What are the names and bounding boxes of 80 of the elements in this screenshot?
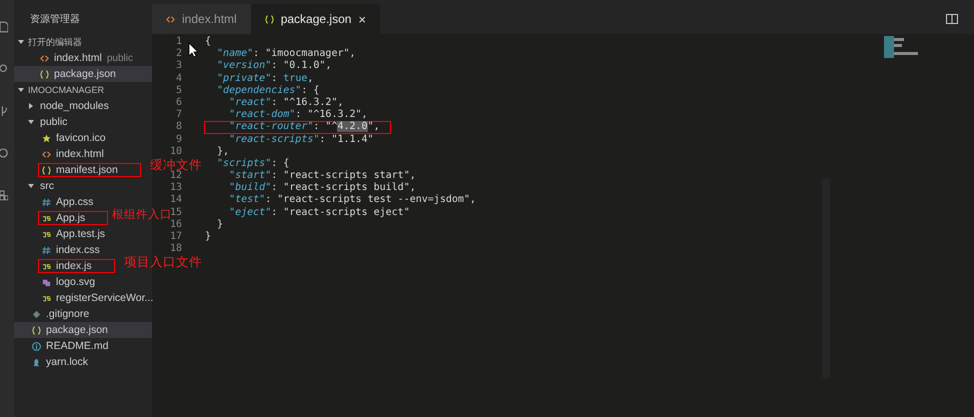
file-icon [42, 246, 51, 254]
code-line: "test": "react-scripts test --env=jsdom", [228, 194, 477, 207]
line-number: 9 [174, 134, 182, 146]
close-icon[interactable]: × [358, 12, 366, 26]
editor-tab[interactable]: package.json × [250, 4, 380, 34]
code-line: "build": "react-scripts build", [228, 182, 417, 194]
code-line: "dependencies": { [216, 84, 320, 97]
file-icon [42, 214, 51, 222]
file-icon [166, 14, 175, 24]
file-icon [42, 230, 51, 238]
folder-item[interactable]: node_modules [14, 98, 152, 114]
file-icon [32, 326, 41, 334]
section-header[interactable]: 打开的编辑器 [14, 34, 152, 50]
file-icon [42, 294, 51, 302]
line-number: 17 [170, 231, 182, 244]
line-number: 18 [170, 243, 182, 256]
line-number: 15 [170, 206, 182, 219]
line-number: 3 [174, 60, 182, 73]
file-item[interactable]: App.test.js [14, 226, 152, 242]
file-icon [32, 358, 41, 366]
code-line: "private": true, [216, 72, 314, 85]
code-line: } [204, 231, 212, 244]
annotation-label: 根组件入口 [112, 207, 172, 221]
code-line: { [204, 36, 212, 48]
mouse-pointer-icon [188, 42, 198, 58]
code-line: "scripts": { [216, 158, 290, 170]
line-number: 1 [174, 36, 182, 48]
code-line: "version": "0.1.0", [216, 60, 332, 73]
file-item[interactable]: README.md [14, 338, 152, 354]
code-line: "eject": "react-scripts eject" [228, 206, 411, 219]
editor-tab[interactable]: index.html [152, 4, 251, 34]
open-editor-item[interactable]: package.json [14, 66, 152, 82]
file-item[interactable]: favicon.ico [14, 130, 152, 146]
open-editor-item[interactable]: index.html public [14, 50, 152, 66]
file-item[interactable]: .gitignore [14, 306, 152, 322]
file-item[interactable]: registerServiceWor... [14, 290, 152, 306]
file-item[interactable]: package.json [14, 322, 152, 338]
line-number: 6 [174, 96, 182, 110]
file-item[interactable]: App.css [14, 194, 152, 210]
code-line: "react-dom": "^16.3.2", [228, 109, 369, 122]
info-icon [32, 342, 41, 350]
file-icon [264, 14, 274, 24]
line-number: 8 [174, 121, 182, 134]
extensions-icon[interactable] [0, 188, 8, 202]
file-item[interactable]: index.html [14, 146, 152, 162]
file-item[interactable]: yarn.lock [14, 354, 152, 370]
star-icon [42, 134, 51, 142]
line-number: 14 [170, 194, 182, 207]
file-icon [42, 150, 51, 158]
file-icon [32, 310, 41, 318]
split-editor-icon[interactable] [946, 14, 958, 24]
line-number: 2 [174, 48, 182, 60]
files-icon[interactable] [0, 20, 8, 34]
line-number: 4 [174, 72, 182, 85]
code-line: "name": "imoocmanager", [216, 48, 357, 60]
code-line: } [216, 218, 224, 231]
file-icon [42, 262, 51, 270]
line-number: 16 [170, 218, 182, 231]
code-line: "start": "react-scripts start", [228, 170, 417, 182]
line-number: 5 [174, 84, 182, 97]
file-icon [40, 70, 49, 78]
code-line: "react-scripts": "1.1.4" [228, 134, 375, 146]
sidebar-title: 资源管理器 [29, 13, 81, 27]
folder-item[interactable]: public [14, 114, 152, 130]
line-number: 12 [170, 170, 182, 182]
file-icon [42, 278, 51, 286]
section-header[interactable]: IMOOCMANAGER [14, 82, 152, 98]
code-line: }, [216, 146, 230, 158]
file-item[interactable]: index.css [14, 242, 152, 258]
folder-item[interactable]: src [14, 178, 152, 194]
code-line: "react": "^16.3.2", [228, 96, 344, 109]
annotation-label: 缓冲文件 [150, 158, 202, 172]
line-number: 7 [174, 109, 182, 122]
file-icon [40, 54, 49, 62]
line-number: 10 [170, 146, 182, 158]
annotation-label: 项目入口文件 [124, 255, 202, 269]
line-number: 13 [170, 182, 182, 194]
file-icon [42, 166, 51, 174]
file-item[interactable]: logo.svg [14, 274, 152, 290]
file-icon [42, 198, 51, 206]
